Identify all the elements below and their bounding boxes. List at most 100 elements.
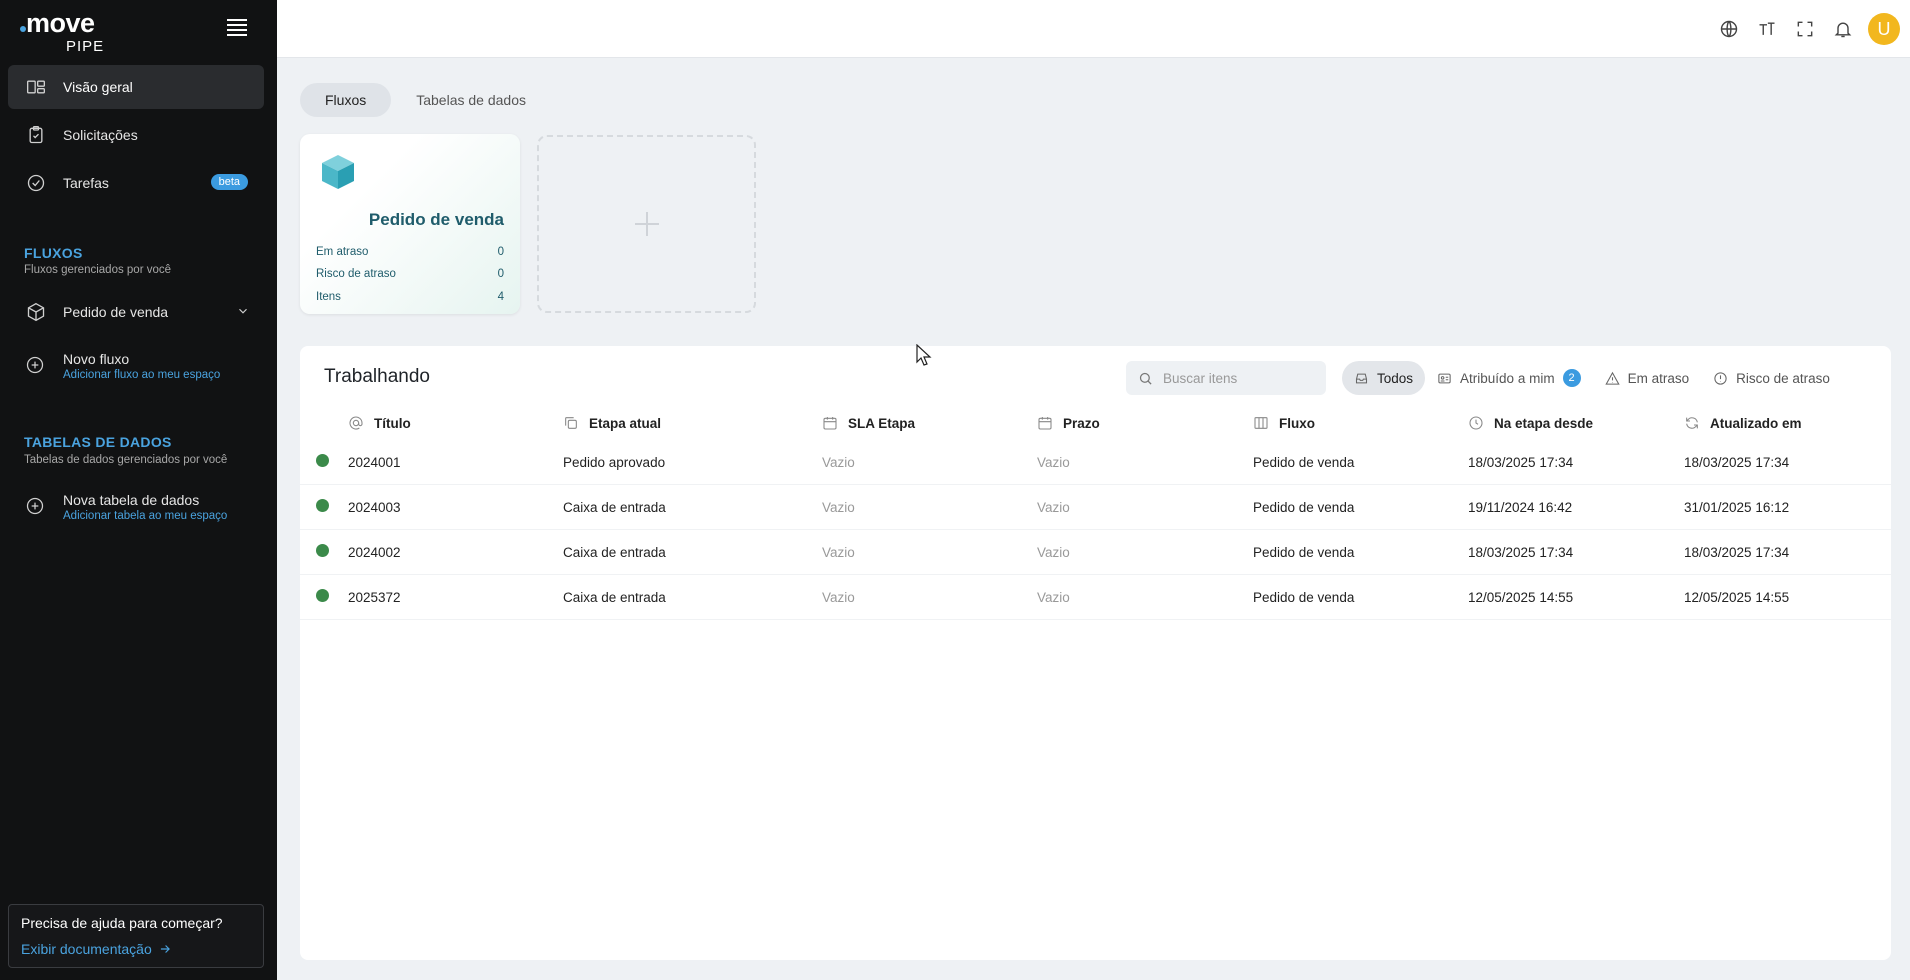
sidebar-item-label: Tarefas [63,175,109,191]
cell-etapa: Caixa de entrada [563,544,666,560]
cell-na-etapa-desde: 19/11/2024 16:42 [1468,499,1573,515]
nova-tabela-sublabel: Adicionar tabela ao meu espaço [63,510,228,522]
novo-fluxo-button[interactable]: Novo fluxo Adicionar fluxo ao meu espaço [8,344,264,388]
flow-card-stat: Itens 4 [316,291,504,303]
calendar-icon [823,417,837,430]
cell-etapa: Pedido aprovado [563,454,666,470]
cell-atualizado-em: 31/01/2025 16:12 [1684,499,1790,515]
tab-tabelas-de-dados[interactable]: Tabelas de dados [391,83,551,117]
fullscreen-icon[interactable] [1786,10,1824,48]
search-icon [1139,372,1152,385]
filter-atribuido-a-mim[interactable]: Atribuído a mim 2 [1425,361,1593,395]
globe-icon[interactable] [1710,10,1748,48]
font-size-icon[interactable] [1748,10,1786,48]
novo-fluxo-label: Novo fluxo [63,351,130,367]
fluxos-section-title: FLUXOS [24,245,83,261]
cell-prazo: Vazio [1037,499,1070,515]
plus-circle-icon [25,355,47,377]
column-header-sla-etapa[interactable]: SLA Etapa [822,415,1037,431]
chevron-down-icon[interactable] [236,304,250,318]
column-header-etapa-atual[interactable]: Etapa atual [563,415,822,431]
mouse-cursor-icon [916,344,932,366]
inbox-icon [1355,373,1368,383]
column-header-prazo[interactable]: Prazo [1037,415,1253,431]
logo-main: move [26,8,95,38]
help-box: Precisa de ajuda para começar? Exibir do… [8,904,264,968]
copy-icon [565,417,577,429]
search-box [1126,361,1326,395]
cell-etapa: Caixa de entrada [563,589,666,605]
table-row[interactable]: 2025372 Caixa de entrada Vazio Vazio Ped… [300,575,1891,620]
cell-titulo: 2024002 [348,544,401,560]
sidebar: move PIPE Visão geral Solicitações Taref… [0,0,277,980]
sidebar-item-solicitacoes[interactable]: Solicitações [8,113,264,157]
topbar: U [277,0,1910,58]
cell-na-etapa-desde: 18/03/2025 17:34 [1468,544,1574,560]
sidebar-item-tarefas[interactable]: Tarefas beta [8,161,264,205]
logo-sub: PIPE [66,38,105,55]
status-dot [316,589,329,602]
status-dot [316,499,329,512]
search-input[interactable] [1163,370,1313,386]
cell-fluxo: Pedido de venda [1253,544,1355,560]
flow-card-stat: Risco de atraso 0 [316,268,504,280]
sidebar-item-label: Solicitações [63,127,138,143]
cell-na-etapa-desde: 18/03/2025 17:34 [1468,454,1574,470]
working-panel: Trabalhando Todos Atribuído a mim 2 Em a… [300,346,1891,960]
cell-atualizado-em: 12/05/2025 14:55 [1684,589,1790,605]
status-dot [316,544,329,557]
menu-toggle-icon[interactable] [227,19,247,37]
table-row[interactable]: 2024002 Caixa de entrada Vazio Vazio Ped… [300,530,1891,575]
tabs: Fluxos Tabelas de dados [300,83,551,117]
cell-sla: Vazio [822,544,855,560]
assigned-count-badge: 2 [1562,369,1581,387]
sidebar-flow-pedido-de-venda[interactable]: Pedido de venda [8,290,264,334]
sidebar-item-visao-geral[interactable]: Visão geral [8,65,264,109]
column-header-atualizado-em[interactable]: Atualizado em [1684,415,1884,431]
clipboard-icon [25,124,47,146]
cell-prazo: Vazio [1037,454,1070,470]
tabelas-section-title: TABELAS DE DADOS [24,434,172,450]
documentation-link[interactable]: Exibir documentação [21,941,251,957]
warning-icon [1604,371,1620,385]
cube-icon [322,155,354,189]
bell-icon[interactable] [1824,10,1862,48]
fluxos-section-subtitle: Fluxos gerenciados por você [24,264,172,276]
filter-em-atraso[interactable]: Em atraso [1593,361,1702,395]
cell-prazo: Vazio [1037,544,1070,560]
flow-card-stat: Em atraso 0 [316,246,504,258]
cell-atualizado-em: 18/03/2025 17:34 [1684,544,1790,560]
cell-titulo: 2025372 [348,589,401,605]
logo[interactable]: move PIPE [20,8,110,55]
cell-fluxo: Pedido de venda [1253,589,1355,605]
column-header-na-etapa-desde[interactable]: Na etapa desde [1468,415,1684,431]
filter-group: Todos Atribuído a mim 2 Em atraso Risco … [1342,361,1842,395]
tab-fluxos[interactable]: Fluxos [300,83,392,117]
cell-fluxo: Pedido de venda [1253,499,1355,515]
flow-item-label: Pedido de venda [63,304,169,320]
overview-icon [25,76,47,98]
nova-tabela-button[interactable]: Nova tabela de dados Adicionar tabela ao… [8,485,264,529]
filter-todos[interactable]: Todos [1342,361,1426,395]
avatar[interactable]: U [1868,13,1900,45]
column-header-fluxo[interactable]: Fluxo [1253,415,1468,431]
cell-atualizado-em: 18/03/2025 17:34 [1684,454,1790,470]
plus-icon [634,212,659,236]
table-row[interactable]: 2024003 Caixa de entrada Vazio Vazio Ped… [300,485,1891,530]
nova-tabela-label: Nova tabela de dados [63,492,200,508]
flow-card-title: Pedido de venda [368,210,504,229]
table-row[interactable]: 2024001 Pedido aprovado Vazio Vazio Pedi… [300,440,1891,485]
sidebar-item-label: Visão geral [63,79,133,95]
cell-sla: Vazio [822,589,855,605]
cell-sla: Vazio [822,454,855,470]
filter-risco-de-atraso[interactable]: Risco de atraso [1701,361,1842,395]
plus-circle-icon [25,496,47,518]
cell-sla: Vazio [822,499,855,515]
cell-titulo: 2024001 [348,454,401,470]
table-header: Título Etapa atual SLA Etapa Prazo Fluxo… [300,406,1891,440]
add-flow-card[interactable] [537,135,756,313]
column-header-titulo[interactable]: Título [348,415,563,431]
flow-card-pedido-de-venda[interactable]: Pedido de venda Em atraso 0 Risco de atra… [300,134,520,314]
alert-circle-icon [1714,371,1727,385]
items-table: Título Etapa atual SLA Etapa Prazo Fluxo… [300,406,1891,620]
